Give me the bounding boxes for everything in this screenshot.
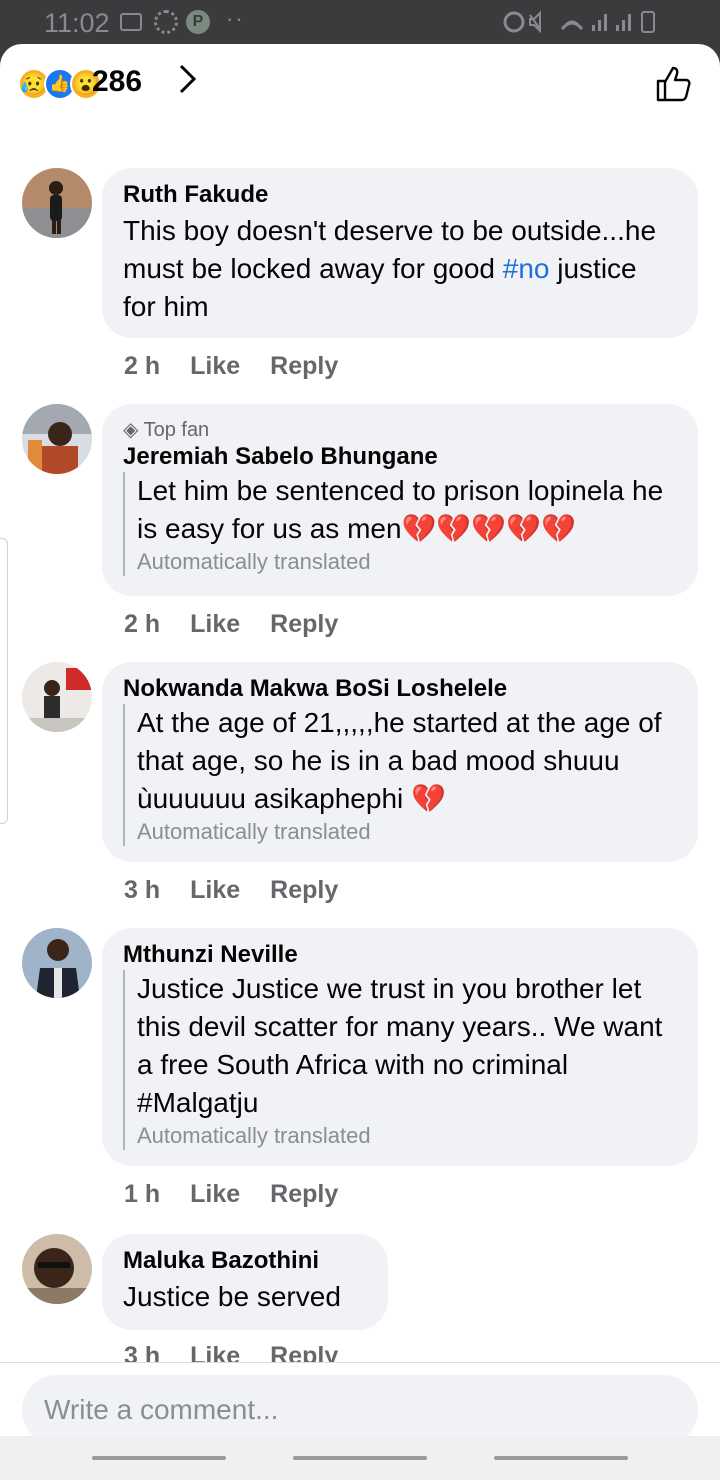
hashtag-link[interactable]: #no: [503, 253, 550, 284]
comment-input[interactable]: Write a comment...: [22, 1375, 698, 1445]
signal-bar: [604, 14, 607, 31]
comment-author[interactable]: Nokwanda Makwa BoSi Loshelele: [123, 676, 676, 702]
reply-button[interactable]: Reply: [270, 1342, 338, 1362]
like-button[interactable]: Like: [190, 610, 240, 638]
avatar[interactable]: [22, 928, 92, 998]
like-thumb-icon[interactable]: [654, 64, 694, 104]
avatar[interactable]: [22, 168, 92, 238]
reply-button[interactable]: Reply: [270, 1180, 338, 1208]
like-button[interactable]: Like: [190, 1342, 240, 1362]
status-right-icons: [503, 10, 655, 34]
status-time: 11:02: [44, 8, 110, 38]
like-button[interactable]: Like: [190, 1180, 240, 1208]
p-app-icon: P: [186, 10, 210, 34]
status-icons: [500, 9, 680, 41]
top-fan-badge: ◈ Top fan: [123, 419, 210, 441]
reactions-header: 😥 👍 😮 286: [0, 44, 720, 130]
avatar[interactable]: [22, 404, 92, 474]
nav-back-button[interactable]: [494, 1456, 628, 1460]
reply-button[interactable]: Reply: [270, 876, 338, 904]
translation-note[interactable]: Automatically translated: [137, 548, 676, 576]
avatar[interactable]: [22, 662, 92, 732]
comment-author[interactable]: Ruth Fakude: [123, 182, 676, 208]
reply-button[interactable]: Reply: [270, 352, 338, 380]
signal-bar: [628, 14, 631, 31]
comment-list: Ruth Fakude This boy doesn't deserve to …: [0, 130, 720, 1362]
comment-text: This boy doesn't deserve to be outside..…: [123, 215, 657, 322]
translated-block: Let him be sentenced to prison lopinela …: [123, 472, 676, 576]
battery-icon: [641, 11, 655, 33]
diamond-icon: ◈: [123, 419, 144, 441]
reaction-count[interactable]: 286: [92, 65, 142, 99]
comment-time: 2 h: [124, 352, 161, 380]
nav-recent-button[interactable]: [92, 1456, 226, 1460]
comment-text: At the age of 21,,,,,he started at the a…: [137, 707, 662, 814]
alarm-icon: [503, 11, 525, 33]
mute-icon: [529, 10, 541, 34]
broken-heart-icons: 💔💔💔💔💔: [401, 513, 576, 544]
comment-bubble[interactable]: Mthunzi Neville Justice Justice we trust…: [102, 928, 698, 1166]
gear-icon: [154, 10, 178, 34]
comment-bubble[interactable]: Maluka Bazothini Justice be served: [102, 1234, 388, 1330]
comment-author[interactable]: Maluka Bazothini: [123, 1248, 366, 1274]
translated-block: At the age of 21,,,,,he started at the a…: [123, 704, 676, 846]
reply-button[interactable]: Reply: [270, 610, 338, 638]
comment-text: Justice be served: [123, 1281, 341, 1312]
comment-actions: 2 h Like Reply: [124, 610, 368, 639]
comment-text: Justice Justice we trust in you brother …: [137, 973, 663, 1118]
system-nav-bar: [0, 1436, 720, 1480]
comment-bubble[interactable]: ◈ Top fan Jeremiah Sabelo Bhungane Let h…: [102, 404, 698, 596]
comment-time: 1 h: [124, 1180, 161, 1208]
comment-bubble[interactable]: Nokwanda Makwa BoSi Loshelele At the age…: [102, 662, 698, 862]
signal-bar: [592, 25, 595, 31]
comment-author[interactable]: Mthunzi Neville: [123, 942, 676, 968]
translated-block: Justice Justice we trust in you brother …: [123, 970, 676, 1150]
signal-bar: [622, 20, 625, 31]
wifi-icon: [560, 20, 584, 31]
comment-author[interactable]: Jeremiah Sabelo Bhungane: [123, 444, 676, 470]
nav-home-button[interactable]: [293, 1456, 427, 1460]
chevron-right-icon[interactable]: [176, 62, 200, 104]
comment-time: 3 h: [124, 876, 161, 904]
comment-actions: 3 h Like Reply: [124, 876, 368, 905]
signal-bar: [616, 25, 619, 31]
comment-actions: 3 h Like Reply: [124, 1342, 368, 1362]
comment-text: Let him be sentenced to prison lopinela …: [137, 475, 664, 544]
comment-time: 2 h: [124, 610, 161, 638]
comment-actions: 1 h Like Reply: [124, 1180, 368, 1209]
signal-bar: [598, 20, 601, 31]
like-button[interactable]: Like: [190, 876, 240, 904]
comment-actions: 2 h Like Reply: [124, 352, 368, 381]
like-button[interactable]: Like: [190, 352, 240, 380]
comment-time: 3 h: [124, 1342, 161, 1362]
translation-note[interactable]: Automatically translated: [137, 818, 676, 846]
more-dots-icon: ··: [226, 6, 245, 31]
avatar[interactable]: [22, 1234, 92, 1304]
translation-note[interactable]: Automatically translated: [137, 1122, 676, 1150]
comments-sheet: 😥 👍 😮 286 Ruth Fakude This boy doesn't d…: [0, 44, 720, 1480]
comment-bubble[interactable]: Ruth Fakude This boy doesn't deserve to …: [102, 168, 698, 338]
status-bar: 11:02 P ··: [0, 0, 720, 44]
image-icon: [120, 13, 142, 31]
broken-heart-icon: 💔: [411, 783, 446, 814]
